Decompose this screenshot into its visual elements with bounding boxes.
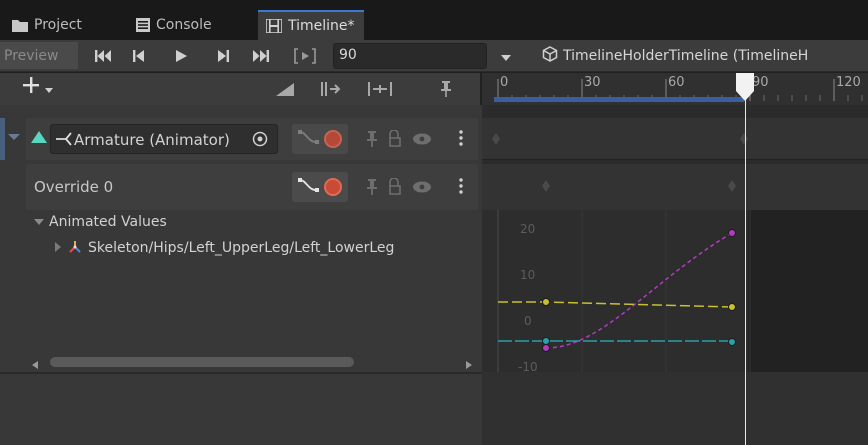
record-button[interactable] xyxy=(324,178,342,196)
playhead-line xyxy=(745,96,746,445)
y-axis-label: 0 xyxy=(524,314,532,328)
ripple-icon[interactable] xyxy=(318,78,346,100)
scroll-right-icon[interactable] xyxy=(466,358,472,373)
track-label: Armature (Animator) xyxy=(74,131,230,149)
timeline-asset-label: TimelineHolderTimeline (TimelineH xyxy=(563,48,809,64)
preview-button[interactable]: Preview xyxy=(0,42,78,69)
property-path-label: Skeleton/Hips/Left_UpperLeg/Left_LowerLe… xyxy=(88,240,395,256)
track-collapse-toggle[interactable] xyxy=(0,118,26,160)
go-to-start-icon[interactable] xyxy=(92,46,114,66)
tab-timeline[interactable]: Timeline* xyxy=(258,10,364,40)
ruler-label: 90 xyxy=(752,75,769,90)
track2-markers xyxy=(542,180,736,192)
curves-plot xyxy=(497,210,751,372)
record-button[interactable] xyxy=(324,130,342,148)
keyframe xyxy=(728,338,736,346)
play-range-icon[interactable] xyxy=(294,46,316,66)
pin-icon[interactable] xyxy=(432,78,460,100)
plus-icon xyxy=(22,75,40,100)
play-range-bar xyxy=(494,97,744,102)
armature-icon xyxy=(55,131,73,151)
curves-icon[interactable] xyxy=(298,129,320,149)
tab-project[interactable]: Project xyxy=(4,10,102,40)
y-axis-label: 20 xyxy=(520,222,536,236)
property-row[interactable]: Skeleton/Hips/Left_UpperLeg/Left_LowerLe… xyxy=(54,238,478,258)
timeline-icon xyxy=(266,19,282,33)
keyframe xyxy=(542,298,550,306)
animated-values-foldout[interactable]: Animated Values xyxy=(34,214,167,230)
animation-track-icon xyxy=(30,130,48,148)
timeline-asset-selector[interactable]: TimelineHolderTimeline (TimelineH xyxy=(542,45,868,67)
tab-console[interactable]: Console xyxy=(128,10,238,40)
play-icon[interactable] xyxy=(170,46,192,66)
keyframe xyxy=(542,344,550,352)
kebab-menu-icon[interactable] xyxy=(459,178,463,198)
playhead-handle[interactable] xyxy=(736,73,754,101)
keyframe xyxy=(728,303,736,311)
track1-markers xyxy=(492,133,748,145)
curves-record-group xyxy=(292,172,348,202)
curves-icon[interactable] xyxy=(298,177,320,197)
y-axis-label: 10 xyxy=(520,268,536,282)
ruler-label: 120 xyxy=(836,75,861,90)
ease-icon[interactable] xyxy=(272,78,300,100)
ruler-label: 0 xyxy=(500,75,509,90)
object-picker-icon[interactable] xyxy=(252,131,268,151)
go-to-end-icon[interactable] xyxy=(250,46,272,66)
transform-icon xyxy=(67,238,83,258)
lock-icon[interactable] xyxy=(366,129,436,152)
track-content-empty-area xyxy=(482,372,868,445)
chevron-down-icon[interactable] xyxy=(500,51,512,66)
chevron-down-icon xyxy=(44,75,54,100)
folder-icon xyxy=(12,19,28,32)
animated-values-panel xyxy=(26,210,478,372)
track-label: Override 0 xyxy=(34,178,114,196)
tab-project-label: Project xyxy=(34,17,82,33)
scrollbar-thumb[interactable] xyxy=(50,357,354,367)
keyframe xyxy=(542,337,550,345)
keyframe xyxy=(728,229,736,237)
next-frame-icon[interactable] xyxy=(212,46,234,66)
lock-icon[interactable] xyxy=(366,177,436,200)
ruler-label: 30 xyxy=(584,75,601,90)
tab-timeline-label: Timeline* xyxy=(288,18,355,34)
tab-console-label: Console xyxy=(156,17,212,33)
chevron-down-icon xyxy=(34,215,44,230)
ruler-label: 60 xyxy=(668,75,685,90)
animated-values-label: Animated Values xyxy=(49,214,167,230)
previous-frame-icon[interactable] xyxy=(128,46,150,66)
y-axis-label: -10 xyxy=(518,360,538,372)
curve-magenta xyxy=(545,232,733,349)
replace-icon[interactable] xyxy=(366,78,394,100)
kebab-menu-icon[interactable] xyxy=(459,130,463,150)
track-headers-empty-area xyxy=(0,372,482,445)
scroll-left-icon[interactable] xyxy=(32,358,38,373)
curve-yellow xyxy=(498,301,733,308)
frame-field[interactable]: 90 xyxy=(333,43,487,69)
console-icon xyxy=(136,18,150,32)
chevron-right-icon xyxy=(54,241,62,256)
curves-record-group xyxy=(292,124,348,154)
timeline-asset-icon xyxy=(542,46,558,66)
add-track-button[interactable] xyxy=(22,76,78,98)
